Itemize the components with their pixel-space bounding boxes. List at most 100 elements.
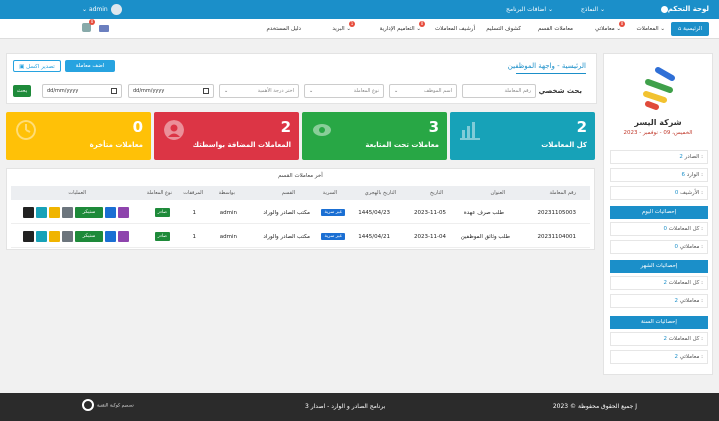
nav-transactions[interactable]: المعاملات ⌄ xyxy=(637,26,665,32)
designer-logo: تصميم كوكبة التقنية xyxy=(82,399,134,411)
attach-button[interactable] xyxy=(62,231,73,242)
view-button[interactable] xyxy=(118,231,129,242)
dashboard-icon xyxy=(660,5,668,13)
today-all: 0 كل المعاملات : xyxy=(610,222,708,236)
col-dept: القسم xyxy=(281,190,295,196)
top-bar: لوحة التحكم النماذج ⌄ اضافات البرنامج ⌄ … xyxy=(0,0,719,19)
table-row[interactable]: 20231105003 طلب صرف عهدة 2023-11-05 1445… xyxy=(11,202,590,224)
nav-icons: 0 xyxy=(82,19,109,34)
nav-my-transactions[interactable]: معاملاتي ⌄ 0 xyxy=(595,21,625,32)
logo-icon xyxy=(82,399,94,411)
transaction-type-select[interactable]: نوع المعاملة xyxy=(304,84,384,98)
company-logo xyxy=(643,67,675,110)
priority-select[interactable]: اختر درجة الأهمية xyxy=(219,84,299,98)
sticker-button[interactable]: ستيكر xyxy=(75,207,103,218)
col-secrecy: السرية xyxy=(322,190,337,196)
user-menu[interactable]: ⌄ admin xyxy=(82,4,122,15)
col-hijri: التاريخ بالهجري xyxy=(364,190,396,196)
edit-button[interactable] xyxy=(36,231,47,242)
add-transaction-button[interactable]: اضف معاملة xyxy=(65,60,115,72)
bar-chart-icon xyxy=(460,122,480,140)
col-type: نوع المعاملة xyxy=(146,190,172,196)
export-excel-button[interactable]: ▣ تصدير اكسل xyxy=(13,60,61,72)
edit-button[interactable] xyxy=(36,207,47,218)
table-title: آخر معاملات القسم xyxy=(278,173,323,179)
user-icon xyxy=(164,120,184,140)
nav-archive[interactable]: أرشيف المعاملات xyxy=(435,26,475,32)
footer: جميع الحقوق محفوظة © 2023 J برنامج الصاد… xyxy=(0,393,719,421)
avatar xyxy=(110,4,122,15)
language-icon[interactable] xyxy=(99,25,109,32)
print-button[interactable] xyxy=(23,207,34,218)
clock-icon xyxy=(16,120,36,140)
calendar-icon xyxy=(203,88,209,94)
stat-incoming: 6 الوارد : xyxy=(610,168,708,182)
table-header: رقم المعاملة العنوان التاريخ التاريخ بال… xyxy=(11,186,590,200)
sidebar: شركة اليسر الخميس، 09 - نوفمبر - 2023 2 … xyxy=(603,53,713,375)
year-mine: 2 معاملاتي : xyxy=(610,350,708,364)
nav-dept-transactions[interactable]: معاملات القسم xyxy=(538,26,573,32)
secrecy-badge: غير سرية xyxy=(321,209,345,216)
date-to-input[interactable]: dd/mm/yyyy xyxy=(128,84,214,98)
program-version: برنامج الصادر و الوارد - اصدار 3 xyxy=(305,403,386,410)
date-from-input[interactable]: dd/mm/yyyy xyxy=(42,84,122,98)
addons-menu[interactable]: اضافات البرنامج ⌄ xyxy=(506,6,553,13)
nav-mail[interactable]: البريد ⌄ 1 xyxy=(332,21,355,32)
month-stats-header: إحصائيات الشهر xyxy=(610,260,708,273)
nav-delivery-sheets[interactable]: كشوف التسليم xyxy=(486,26,521,32)
attach-button[interactable] xyxy=(62,207,73,218)
print-button[interactable] xyxy=(23,231,34,242)
stat-archive: 0 الأرشيف : xyxy=(610,186,708,200)
year-stats-header: إحصائيات السنة xyxy=(610,316,708,329)
latest-transactions-panel: آخر معاملات القسم رقم المعاملة العنوان ا… xyxy=(6,168,595,250)
bell-icon[interactable]: 0 xyxy=(82,19,95,32)
col-attachments: المرفقات xyxy=(183,190,203,196)
follow-button[interactable] xyxy=(49,207,60,218)
search-label: بحث شخصي xyxy=(538,87,582,95)
eye-icon xyxy=(313,124,331,136)
forms-menu[interactable]: النماذج ⌄ xyxy=(581,6,605,13)
dashboard-link[interactable]: لوحة التحكم xyxy=(658,5,709,13)
card-all-transactions[interactable]: 2 كل المعاملات xyxy=(450,112,595,160)
month-mine: 2 معاملاتي : xyxy=(610,294,708,308)
type-badge: صادر xyxy=(154,208,170,217)
card-overdue[interactable]: 0 معاملات متأخرة xyxy=(6,112,151,160)
nav-circulars[interactable]: التعاميم الإدارية ⌄ 0 xyxy=(380,21,425,32)
list-button[interactable] xyxy=(105,207,116,218)
main-nav: ⌂ الرئيسية المعاملات ⌄ معاملاتي ⌄ 0 معامل… xyxy=(0,19,719,39)
nav-home[interactable]: ⌂ الرئيسية xyxy=(671,22,709,36)
notification-badge: 0 xyxy=(619,21,625,27)
col-actions: العمليات xyxy=(68,190,86,196)
list-button[interactable] xyxy=(105,231,116,242)
copyright: جميع الحقوق محفوظة © 2023 J xyxy=(552,403,637,410)
search-panel: الرئيسية - واجهة الموظفين اضف معاملة ▣ ت… xyxy=(6,53,597,104)
today-stats-header: إحصائيات اليوم xyxy=(610,206,708,219)
type-badge: صادر xyxy=(154,232,170,241)
card-added-by-you[interactable]: 2 المعاملات المضافة بواسطتك xyxy=(154,112,299,160)
transaction-number-input[interactable]: رقم المعاملة xyxy=(462,84,536,98)
sticker-button[interactable]: ستيكر xyxy=(75,231,103,242)
table-row[interactable]: 20231104001 طلب وثائق الموظفين 2023-11-0… xyxy=(11,226,590,248)
company-name: شركة اليسر xyxy=(634,118,682,127)
calendar-icon xyxy=(111,88,117,94)
breadcrumb-underline xyxy=(516,73,586,74)
today-mine: 0 معاملاتي : xyxy=(610,240,708,254)
employee-select[interactable]: اسم الموظف xyxy=(389,84,457,98)
col-date: التاريخ xyxy=(430,190,443,196)
search-button[interactable]: بحث xyxy=(13,85,31,97)
notification-badge: 0 xyxy=(89,19,95,25)
breadcrumb: الرئيسية - واجهة الموظفين xyxy=(507,62,586,70)
month-all: 2 كل المعاملات : xyxy=(610,276,708,290)
notification-badge: 0 xyxy=(419,21,425,27)
current-date: الخميس، 09 - نوفمبر - 2023 xyxy=(623,130,693,136)
nav-user-guide[interactable]: دليل المستخدم xyxy=(267,26,302,32)
col-id: رقم المعاملة xyxy=(549,190,576,196)
col-title: العنوان xyxy=(490,190,505,196)
stat-outgoing: 2 الصادر : xyxy=(610,150,708,164)
view-button[interactable] xyxy=(118,207,129,218)
secrecy-badge: غير سرية xyxy=(321,233,345,240)
year-all: 2 كل المعاملات : xyxy=(610,332,708,346)
follow-button[interactable] xyxy=(49,231,60,242)
col-by: بواسطة xyxy=(218,190,235,196)
card-followup[interactable]: 3 معاملات تحت المتابعة xyxy=(302,112,447,160)
